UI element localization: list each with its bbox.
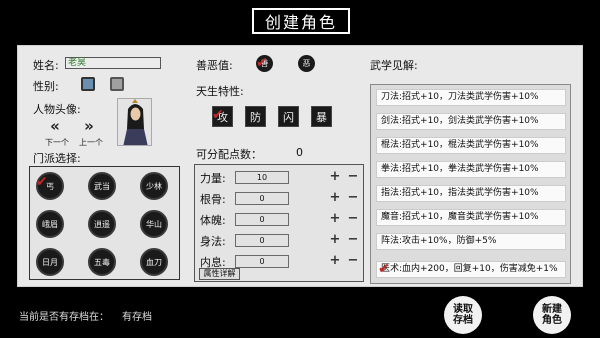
martial-list: 刀法:招式+10，刀法类武学伤害+10% 剑法:招式+10，剑法类武学伤害+10… [370, 84, 571, 284]
trait-option[interactable]: 闪 [278, 106, 299, 127]
new-character-label: 新建角色 [542, 304, 562, 326]
attribute-row: 根骨: 0 + − [195, 189, 363, 207]
attribute-row: 身法: 0 + − [195, 231, 363, 249]
name-input[interactable]: 老昊 [65, 57, 161, 69]
martial-item[interactable]: 棍法:招式+10，棍法类武学伤害+10% [376, 137, 566, 154]
attribute-label: 力量: [200, 172, 226, 185]
load-save-button[interactable]: 读取存档 [444, 296, 482, 334]
sect-option[interactable]: 血刀 [140, 248, 168, 276]
trait-option[interactable]: 防 [245, 106, 266, 127]
checkmark-icon: ✔ [256, 55, 268, 71]
new-character-button[interactable]: 新建角色 [533, 296, 571, 334]
attribute-label: 体魄: [200, 214, 226, 227]
sect-label: 门派选择: [33, 152, 81, 165]
plus-button[interactable]: + [329, 232, 341, 247]
trait-option[interactable]: 暴 [311, 106, 332, 127]
plus-button[interactable]: + [329, 169, 341, 184]
attribute-value: 0 [235, 255, 289, 268]
sect-grid: 丐 ✔ 武当 少林 峨眉 逍遥 华山 日月 五毒 血刀 [29, 166, 180, 280]
gender-female-button[interactable] [110, 77, 124, 91]
points-label: 可分配点数： [196, 148, 262, 161]
page-title: 创建角色 [252, 8, 350, 34]
attribute-value: 10 [235, 171, 289, 184]
double-chevron-left-icon: « [50, 117, 60, 135]
minus-button[interactable]: − [347, 253, 359, 268]
evil-button[interactable]: 恶 [298, 55, 315, 72]
sect-option[interactable]: 峨眉 [36, 210, 64, 238]
martial-item[interactable]: 阵法:攻击+10%，防御+5% [376, 233, 566, 250]
gender-label: 性别: [33, 80, 59, 93]
gender-male-button[interactable] [81, 77, 95, 91]
attribute-value: 0 [235, 234, 289, 247]
attribute-row: 体魄: 0 + − [195, 210, 363, 228]
plus-button[interactable]: + [329, 190, 341, 205]
sect-option[interactable]: 逍遥 [88, 210, 116, 238]
attribute-detail-button[interactable]: 属性详解 [199, 268, 240, 280]
load-save-label: 读取存档 [453, 304, 473, 326]
plus-button[interactable]: + [329, 211, 341, 226]
minus-button[interactable]: − [347, 211, 359, 226]
martial-label: 武学见解: [370, 59, 418, 72]
plus-button[interactable]: + [329, 253, 341, 268]
next-portrait-label: 上一个 [79, 138, 103, 147]
attribute-value: 0 [235, 192, 289, 205]
martial-item[interactable]: 刀法:招式+10，刀法类武学伤害+10% [376, 89, 566, 106]
checkmark-icon: ✔ [378, 261, 390, 277]
attribute-label: 根骨: [200, 193, 226, 206]
character-portrait [117, 98, 152, 146]
martial-item[interactable]: 指法:招式+10，指法类武学伤害+10% [376, 185, 566, 202]
martial-item[interactable]: 魔音:招式+10，魔音类武学伤害+10% [376, 209, 566, 226]
attribute-value: 0 [235, 213, 289, 226]
portrait-label: 人物头像: [33, 103, 81, 116]
minus-button[interactable]: − [347, 232, 359, 247]
minus-button[interactable]: − [347, 169, 359, 184]
sect-option[interactable]: 武当 [88, 172, 116, 200]
prev-portrait-label: 下一个 [45, 138, 69, 147]
minus-button[interactable]: − [347, 190, 359, 205]
name-label: 姓名: [33, 59, 59, 72]
save-status-value: 有存档 [122, 312, 152, 323]
sect-option[interactable]: 少林 [140, 172, 168, 200]
martial-item[interactable]: 拳法:招式+10，拳法类武学伤害+10% [376, 161, 566, 178]
attributes-panel: 力量: 10 + − 根骨: 0 + − 体魄: 0 + − 身法: 0 + −… [194, 164, 364, 282]
next-portrait-button[interactable]: » [80, 117, 98, 135]
sect-option[interactable]: 五毒 [88, 248, 116, 276]
traits-label: 天生特性: [196, 85, 244, 98]
prev-portrait-button[interactable]: « [46, 117, 64, 135]
sect-option[interactable]: 日月 [36, 248, 64, 276]
checkmark-icon: ✔ [212, 107, 224, 123]
martial-item[interactable]: 剑法:招式+10，剑法类武学伤害+10% [376, 113, 566, 130]
checkmark-icon: ✔ [36, 174, 48, 190]
attribute-row: 力量: 10 + − [195, 168, 363, 186]
attribute-label: 身法: [200, 235, 226, 248]
morality-label: 善恶值: [196, 59, 233, 72]
double-chevron-right-icon: » [84, 117, 94, 135]
martial-item[interactable]: 医术:血内+200，回复+10，伤害减免+1% [376, 261, 566, 278]
points-value: 0 [296, 146, 303, 159]
save-status-label: 当前是否有存档在： [19, 312, 109, 323]
sect-option[interactable]: 华山 [140, 210, 168, 238]
